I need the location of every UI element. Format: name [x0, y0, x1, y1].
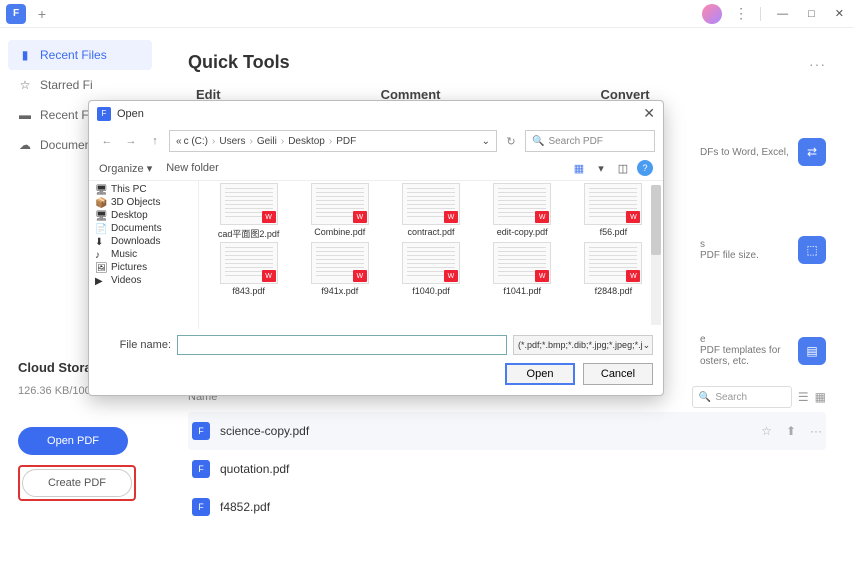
create-pdf-highlight: Create PDF	[18, 465, 136, 501]
tool-cards: DFs to Word, Excel, ⇄ s PDF file size. ⬚…	[700, 138, 826, 367]
organize-menu[interactable]: Organize ▾	[99, 162, 152, 175]
cloud-icon: ☁	[18, 138, 32, 152]
tree-item-3d[interactable]: 📦3D Objects	[93, 196, 198, 209]
titlebar: F + ⋮ — □ ✕	[0, 0, 854, 28]
search-icon: 🔍	[532, 136, 544, 147]
upload-icon[interactable]: ⬆	[786, 424, 796, 438]
forward-button[interactable]: →	[121, 131, 141, 151]
tree-item-videos[interactable]: ▶Videos	[93, 274, 198, 287]
filename-label: File name:	[99, 339, 171, 351]
sidebar-label: Starred Fi	[40, 78, 93, 92]
view-mode-icon[interactable]: ▦	[571, 160, 587, 176]
more-icon[interactable]: ···	[810, 424, 822, 438]
file-thumb[interactable]: Wf1041.pdf	[479, 242, 566, 296]
tree-item-downloads[interactable]: ⬇Downloads	[93, 235, 198, 248]
tool-desc: e PDF templates for osters, etc.	[700, 334, 790, 367]
pdf-icon: F	[192, 460, 210, 478]
page-title: Quick Tools	[188, 52, 826, 73]
star-icon[interactable]: ☆	[761, 424, 772, 438]
close-button[interactable]: ✕	[831, 7, 848, 20]
filetype-select[interactable]: (*.pdf;*.bmp;*.dib;*.jpg;*.jpeg;*.j⌄	[513, 335, 653, 355]
search-input[interactable]: 🔍 Search	[692, 386, 792, 408]
folder-tree[interactable]: 🖥This PC 📦3D Objects 🖥Desktop 📄Documents…	[89, 181, 199, 329]
minimize-button[interactable]: —	[773, 8, 792, 20]
open-button[interactable]: Open	[505, 363, 575, 385]
file-list: Name 🔍 Search ☰ ▦ F science-copy.pdf ☆ ⬆…	[188, 382, 826, 526]
scroll-thumb[interactable]	[651, 185, 661, 255]
grid-view-icon[interactable]: ▦	[815, 390, 826, 404]
search-icon: 🔍	[699, 392, 711, 403]
file-row[interactable]: F science-copy.pdf ☆ ⬆ ···	[188, 412, 826, 450]
file-grid[interactable]: Wcad平面图2.pdfWCombine.pdfWcontract.pdfWed…	[199, 181, 663, 329]
open-file-dialog: F Open ✕ ← → ↑ « c (C:)› Users› Geili› D…	[88, 100, 664, 396]
tool-desc: DFs to Word, Excel,	[700, 147, 790, 158]
file-row[interactable]: F quotation.pdf	[188, 450, 826, 488]
avatar[interactable]	[702, 4, 722, 24]
tree-item-music[interactable]: ♪Music	[93, 248, 198, 261]
file-name: f4852.pdf	[220, 500, 270, 514]
tool-desc: s PDF file size.	[700, 239, 790, 261]
list-view-icon[interactable]: ☰	[798, 390, 809, 404]
app-logo: F	[6, 4, 26, 24]
scrollbar[interactable]	[651, 185, 661, 325]
pdf-icon: F	[192, 498, 210, 516]
file-name: science-copy.pdf	[220, 424, 309, 438]
star-icon: ☆	[18, 78, 32, 92]
file-thumb[interactable]: Wf2848.pdf	[570, 242, 657, 296]
file-thumb[interactable]: Wedit-copy.pdf	[479, 183, 566, 240]
folder-icon: ▬	[18, 108, 32, 122]
refresh-button[interactable]: ↻	[501, 131, 521, 151]
tree-item-desktop[interactable]: 🖥Desktop	[93, 209, 198, 222]
dialog-close-button[interactable]: ✕	[643, 105, 655, 122]
file-icon: ▮	[18, 48, 32, 62]
file-row[interactable]: F f4852.pdf	[188, 488, 826, 526]
cancel-button[interactable]: Cancel	[583, 363, 653, 385]
sidebar-label: Documen	[40, 138, 91, 152]
tree-item-pictures[interactable]: 🖼Pictures	[93, 261, 198, 274]
sidebar-item-recent-files[interactable]: ▮ Recent Files	[8, 40, 152, 70]
view-dropdown-icon[interactable]: ▾	[593, 160, 609, 176]
breadcrumb[interactable]: « c (C:)› Users› Geili› Desktop› PDF ⌄	[169, 130, 497, 152]
dialog-icon: F	[97, 107, 111, 121]
filename-input[interactable]	[177, 335, 507, 355]
convert-icon[interactable]: ⇄	[798, 138, 826, 166]
open-pdf-button[interactable]: Open PDF	[18, 427, 128, 455]
file-thumb[interactable]: Wf56.pdf	[570, 183, 657, 240]
pdf-icon: F	[192, 422, 210, 440]
file-thumb[interactable]: Wf843.pdf	[205, 242, 292, 296]
up-button[interactable]: ↑	[145, 131, 165, 151]
new-folder-button[interactable]: New folder	[166, 162, 219, 174]
more-button[interactable]: ···	[809, 56, 826, 72]
sidebar-item-starred[interactable]: ☆ Starred Fi	[8, 70, 152, 100]
file-thumb[interactable]: Wf941x.pdf	[296, 242, 383, 296]
tree-item-documents[interactable]: 📄Documents	[93, 222, 198, 235]
template-icon[interactable]: ▤	[798, 337, 826, 365]
preview-pane-icon[interactable]: ◫	[615, 160, 631, 176]
compress-icon[interactable]: ⬚	[798, 236, 826, 264]
back-button[interactable]: ←	[97, 131, 117, 151]
maximize-button[interactable]: □	[804, 8, 819, 20]
help-icon[interactable]: ?	[637, 160, 653, 176]
file-thumb[interactable]: Wcontract.pdf	[387, 183, 474, 240]
new-tab-button[interactable]: +	[34, 6, 50, 22]
tree-item-this-pc[interactable]: 🖥This PC	[93, 183, 198, 196]
dialog-search-input[interactable]: 🔍 Search PDF	[525, 130, 655, 152]
dialog-title: Open	[117, 108, 144, 120]
menu-dots[interactable]: ⋮	[734, 5, 748, 22]
sidebar-label: Recent Files	[40, 48, 107, 62]
file-name: quotation.pdf	[220, 462, 289, 476]
create-pdf-button[interactable]: Create PDF	[22, 469, 132, 497]
file-thumb[interactable]: WCombine.pdf	[296, 183, 383, 240]
file-thumb[interactable]: Wcad平面图2.pdf	[205, 183, 292, 240]
file-thumb[interactable]: Wf1040.pdf	[387, 242, 474, 296]
